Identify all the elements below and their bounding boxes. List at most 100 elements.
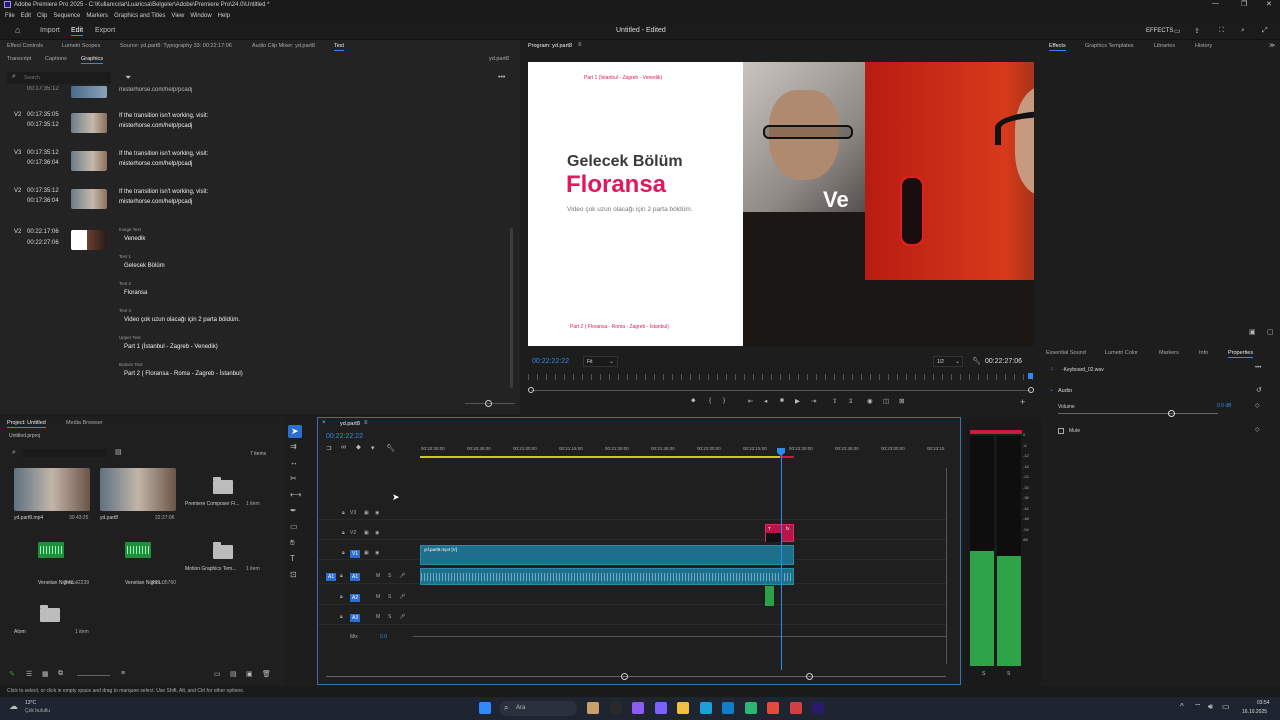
teams-icon[interactable] <box>632 702 644 714</box>
selection-tool[interactable]: ➤ <box>288 425 302 438</box>
audio-thumbnail[interactable] <box>125 542 151 558</box>
mute-button[interactable]: M <box>376 614 380 620</box>
track-label-a2[interactable]: A2 <box>350 594 361 602</box>
go-to-out-icon[interactable]: ⇥ <box>811 397 816 405</box>
menu-icon[interactable]: ≡ <box>364 420 368 426</box>
lock-icon[interactable]: 🔒︎ <box>342 530 345 536</box>
mix-value[interactable]: 0.0 <box>380 634 387 640</box>
keyframe-icon[interactable]: ◇ <box>1255 402 1260 409</box>
program-title[interactable]: Program: yd.part8 <box>528 43 572 49</box>
folder-icon[interactable]: ▤ <box>230 670 237 678</box>
lock-icon[interactable]: 🔒︎ <box>340 594 343 600</box>
keyframe-icon[interactable]: ◇ <box>1255 426 1260 433</box>
tab-project[interactable]: Project: Untitled <box>7 420 46 428</box>
solo-left[interactable]: S <box>982 671 985 677</box>
start-icon[interactable] <box>479 702 491 714</box>
share-icon[interactable]: ⇪ <box>1194 27 1200 35</box>
taskbar-search[interactable]: ⌕ Ara <box>499 701 577 716</box>
lock-icon[interactable]: 🔒︎ <box>340 614 343 620</box>
tab-libraries[interactable]: Libraries <box>1154 43 1175 49</box>
solo-button[interactable]: S <box>388 573 391 579</box>
field-value[interactable]: Gelecek Bölüm <box>124 261 165 271</box>
solo-button[interactable]: S <box>388 594 391 600</box>
go-to-in-icon[interactable]: ⇤ <box>748 397 753 405</box>
tray-chevron-icon[interactable]: ^ <box>1180 702 1184 711</box>
export-frame-icon[interactable]: ◉ <box>867 397 873 405</box>
solo-button[interactable]: S <box>388 614 391 620</box>
menu-item-graphics-and-titles[interactable]: Graphics and Titles <box>114 13 165 19</box>
chevron-down-icon[interactable]: ⌄ <box>1049 386 1054 393</box>
menu-item-view[interactable]: View <box>171 13 184 19</box>
menu-item-help[interactable]: Help <box>218 13 230 19</box>
playhead-marker[interactable] <box>1028 373 1033 379</box>
field-value[interactable]: Video çok uzun olacağı için 2 parta böld… <box>124 315 240 325</box>
search-input[interactable]: Search <box>24 75 40 81</box>
tab-media-browser[interactable]: Media Browser <box>66 420 103 426</box>
new-item-icon[interactable]: ▢ <box>1267 328 1274 336</box>
search-icon[interactable]: ⌕ <box>12 449 16 457</box>
add-button-icon[interactable]: + <box>1020 397 1025 407</box>
menu-icon[interactable]: ≡ <box>578 42 582 48</box>
pen-icon[interactable]: ✎ <box>9 670 15 678</box>
tab-lumetri-scopes[interactable]: Lumetri Scopes <box>62 43 100 49</box>
type-tool-icon[interactable]: T <box>290 554 295 563</box>
zoom-select[interactable]: Fit ⌄ <box>583 356 618 367</box>
premiere-icon[interactable] <box>812 702 824 714</box>
lock-icon[interactable]: 🔒︎ <box>340 573 343 579</box>
field-value[interactable]: Part 1 (İstanbul - Zagreb - Venedik) <box>124 342 218 352</box>
search-field[interactable]: ⌕ Search <box>7 72 111 84</box>
track-label-a3[interactable]: A3 <box>350 614 361 622</box>
mute-button[interactable]: M <box>376 573 380 579</box>
edit-tab[interactable]: Edit <box>71 27 84 36</box>
field-value[interactable]: Part 2 ( Floransa - Roma - Zagreb - İsta… <box>124 369 243 379</box>
close-icon[interactable]: × <box>322 420 326 426</box>
new-bin-icon[interactable]: ▤ <box>115 448 122 456</box>
export-tab[interactable]: Export <box>95 27 115 34</box>
work-area-bar[interactable] <box>420 456 794 458</box>
edge-icon[interactable] <box>699 702 712 714</box>
sequence-tab[interactable]: yd.part8 <box>340 421 360 427</box>
resolution-select[interactable]: 1/2 ⌄ <box>933 356 963 367</box>
project-item-name[interactable]: yd.part8 <box>100 515 118 521</box>
panel-menu-icon[interactable]: ≫ <box>1269 42 1275 49</box>
zoom-slider-handle[interactable] <box>485 400 492 407</box>
folder-icon[interactable] <box>677 702 689 714</box>
microphone-icon[interactable]: 🎤︎ <box>399 573 405 579</box>
tab-properties[interactable]: Properties <box>1228 350 1254 358</box>
lock-icon[interactable]: 🔒︎ <box>342 510 345 516</box>
volume-icon[interactable]: 🔊︎ <box>1208 702 1213 712</box>
icon-view-icon[interactable]: ▦ <box>42 670 49 678</box>
toggle-icon[interactable]: ⊠ <box>899 397 904 405</box>
tab-info[interactable]: Info <box>1199 350 1208 356</box>
pen-tool-icon[interactable]: ✒ <box>290 506 297 515</box>
volume-slider-handle[interactable] <box>1168 410 1175 417</box>
playhead[interactable] <box>781 448 782 670</box>
track-label-v2[interactable]: V2 <box>350 530 356 536</box>
freeform-view-icon[interactable]: ⧉ <box>58 670 63 678</box>
project-item-name[interactable]: Motion Graphics Tem... <box>185 566 236 572</box>
home-icon[interactable]: ⌂ <box>15 25 20 35</box>
weather-icon[interactable]: ☁︎ <box>9 701 18 712</box>
scroll-handle-left[interactable] <box>528 387 534 393</box>
volume-slider[interactable] <box>1058 413 1218 414</box>
scroll-handle-right[interactable] <box>806 673 813 680</box>
folder-icon[interactable] <box>213 542 233 559</box>
slip-tool-icon[interactable]: ⟷ <box>290 490 301 499</box>
project-thumbnail[interactable] <box>100 468 176 511</box>
field-value[interactable]: Floransa <box>124 288 147 298</box>
fullscreen-icon[interactable]: ⛶ <box>1219 27 1224 35</box>
menu-item-edit[interactable]: Edit <box>21 13 31 19</box>
stop-icon[interactable]: ■ <box>780 397 784 404</box>
mark-in-icon[interactable]: { <box>709 397 711 404</box>
field-value[interactable]: Venedik <box>124 234 145 244</box>
mute-button[interactable]: M <box>376 594 380 600</box>
close-button[interactable]: ✕ <box>1266 0 1272 11</box>
menu-item-window[interactable]: Window <box>190 13 211 19</box>
terminal-icon[interactable] <box>609 702 622 714</box>
file-explorer-icon[interactable] <box>587 702 599 714</box>
sort-icon[interactable]: ≡ <box>121 670 125 677</box>
extract-icon[interactable]: ⇫ <box>848 397 853 405</box>
rectangle-tool-icon[interactable]: ▭ <box>290 522 298 531</box>
menu-item-clip[interactable]: Clip <box>37 13 47 19</box>
project-search[interactable] <box>22 449 107 457</box>
